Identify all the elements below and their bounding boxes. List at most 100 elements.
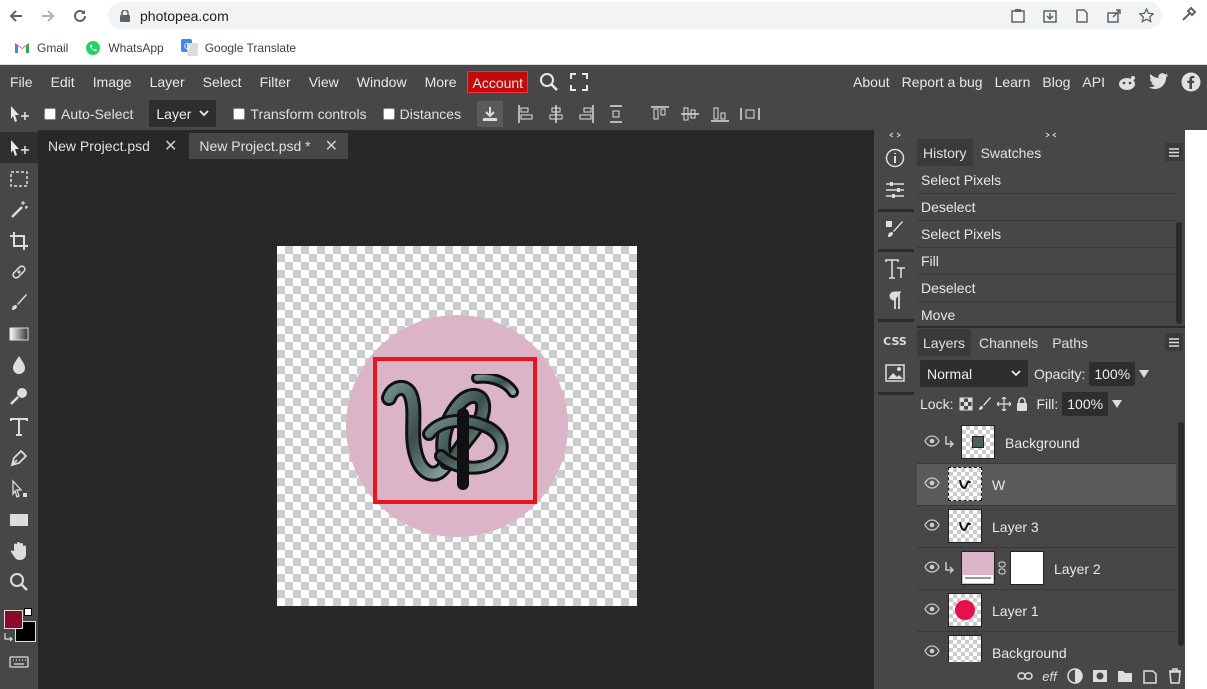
distances-checkbox[interactable]: Distances (382, 106, 461, 122)
layer-row[interactable]: Background (917, 422, 1176, 464)
brush-panel-icon[interactable] (878, 215, 912, 245)
foreground-color-swatch[interactable] (4, 610, 23, 629)
type-tool[interactable] (0, 411, 38, 442)
rectangle-tool[interactable] (0, 504, 38, 535)
color-swatches[interactable] (2, 608, 38, 644)
history-item[interactable]: Select Pixels (917, 221, 1176, 248)
magic-wand-tool[interactable] (0, 194, 38, 225)
layer-row[interactable]: Layer 3 (917, 506, 1176, 548)
menu-learn[interactable]: Learn (989, 71, 1037, 93)
new-layer-icon[interactable] (1137, 664, 1162, 688)
search-icon[interactable] (534, 67, 564, 97)
align-middle-icon[interactable] (675, 99, 705, 129)
collapse-arrows-icon[interactable] (889, 132, 901, 138)
dodge-tool[interactable] (0, 380, 38, 411)
mask-icon[interactable] (1087, 664, 1112, 688)
fill-input[interactable]: 100% (1062, 392, 1109, 416)
align-center-h-icon[interactable] (541, 99, 571, 129)
layers-scrollbar[interactable] (1178, 422, 1184, 646)
tab-channels[interactable]: Channels (973, 329, 1044, 356)
blend-mode-dropdown[interactable]: Normal (920, 360, 1028, 387)
close-icon[interactable]: ✕ (325, 136, 338, 156)
document-icon[interactable] (1066, 2, 1098, 29)
paragraph-panel-icon[interactable] (878, 285, 912, 315)
bookmark-whatsapp[interactable]: WhatsApp (85, 40, 164, 56)
address-bar[interactable]: photopea.com (108, 2, 1162, 29)
lock-position-move-icon[interactable] (997, 397, 1012, 411)
menu-select[interactable]: Select (194, 71, 251, 93)
eye-icon[interactable] (924, 519, 940, 531)
menu-window[interactable]: Window (348, 71, 416, 93)
menu-filter[interactable]: Filter (251, 71, 300, 93)
lock-all-icon[interactable] (1016, 397, 1028, 411)
align-left-icon[interactable] (511, 99, 541, 129)
menu-edit[interactable]: Edit (42, 71, 84, 93)
expand-arrows-icon[interactable] (1045, 132, 1057, 138)
eye-icon[interactable] (924, 603, 940, 615)
menu-blog[interactable]: Blog (1036, 71, 1076, 93)
auto-select-checkbox[interactable]: Auto-Select (44, 106, 133, 122)
screenshot-icon[interactable] (1002, 2, 1034, 29)
trash-icon[interactable] (1162, 664, 1187, 688)
checkbox-box[interactable] (233, 107, 246, 120)
layer-mask-thumbnail[interactable] (1010, 551, 1044, 585)
tab-paths[interactable]: Paths (1046, 329, 1094, 356)
hamburger-menu-icon[interactable] (1165, 143, 1183, 161)
transform-controls-checkbox[interactable]: Transform controls (233, 106, 367, 122)
reload-button[interactable] (64, 0, 96, 31)
layer-row[interactable]: Background (917, 632, 1176, 662)
history-item[interactable]: Select Pixels (917, 167, 1176, 194)
move-tool-options-icon[interactable] (4, 99, 34, 129)
hand-tool[interactable] (0, 535, 38, 566)
doc-tab-1[interactable]: New Project.psd ✕ (38, 133, 187, 159)
layer-row[interactable]: Layer 2 (917, 548, 1176, 590)
layer-row[interactable]: W (917, 464, 1176, 506)
link-icon[interactable] (1012, 664, 1037, 688)
default-colors-icon[interactable] (24, 608, 32, 616)
history-item[interactable]: Fill (917, 248, 1176, 275)
lock-pixels-brush-icon[interactable] (978, 397, 992, 411)
align-top-icon[interactable] (645, 99, 675, 129)
forward-button[interactable] (32, 0, 64, 31)
download-icon[interactable] (477, 100, 504, 127)
auto-select-target-dropdown[interactable]: Layer (149, 100, 217, 127)
link-chain-icon[interactable] (998, 561, 1006, 575)
hamburger-menu-icon[interactable] (1165, 333, 1183, 351)
fullscreen-icon[interactable] (564, 67, 594, 97)
eye-icon[interactable] (924, 561, 940, 573)
crop-tool[interactable] (0, 225, 38, 256)
healing-brush-tool[interactable] (0, 256, 38, 287)
eye-icon[interactable] (924, 435, 940, 447)
effects-icon[interactable]: eff (1037, 664, 1062, 688)
account-button[interactable]: Account (467, 70, 529, 93)
history-scrollbar[interactable] (1176, 222, 1182, 324)
bookmark-star-icon[interactable] (1130, 2, 1162, 29)
gradient-tool[interactable] (0, 318, 38, 349)
bookmark-google-translate[interactable]: G Google Translate (180, 39, 296, 56)
eye-icon[interactable] (924, 477, 940, 489)
back-button[interactable] (0, 0, 32, 31)
tab-history[interactable]: History (917, 139, 973, 166)
checkbox-box[interactable] (44, 107, 56, 120)
menu-api[interactable]: API (1076, 71, 1111, 93)
twitter-icon[interactable] (1143, 73, 1175, 90)
doc-tab-2[interactable]: New Project.psd * ✕ (189, 132, 349, 159)
install-icon[interactable] (1034, 2, 1066, 29)
distribute-vertical-icon[interactable] (601, 99, 631, 129)
history-item[interactable]: Move (917, 302, 1176, 329)
history-item[interactable]: Deselect (917, 275, 1176, 302)
document-canvas[interactable] (277, 246, 637, 606)
fill-slider-arrow-icon[interactable] (1112, 399, 1123, 409)
keyboard-tool[interactable] (0, 646, 38, 677)
lock-transparent-icon[interactable] (959, 397, 973, 411)
checkbox-box[interactable] (382, 107, 395, 120)
menu-file[interactable]: File (1, 71, 42, 93)
adjustments-panel-icon[interactable] (878, 175, 912, 205)
path-select-tool[interactable] (0, 473, 38, 504)
menu-layer[interactable]: Layer (141, 71, 194, 93)
align-bottom-icon[interactable] (705, 99, 735, 129)
brush-tool[interactable] (0, 287, 38, 318)
folder-icon[interactable] (1112, 664, 1137, 688)
menu-report-bug[interactable]: Report a bug (896, 71, 989, 93)
tab-layers[interactable]: Layers (917, 329, 972, 356)
